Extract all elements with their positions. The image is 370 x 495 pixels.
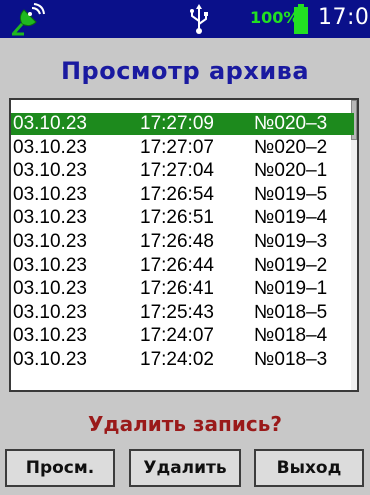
archive-row[interactable]: 03.10.23 17:26:41 №019–1 — [11, 278, 354, 300]
archive-row[interactable]: 03.10.23 17:27:09 №020–3 — [11, 113, 354, 135]
archive-row-id: №020–2 — [254, 136, 328, 158]
archive-row[interactable]: 03.10.23 17:26:44 №019–2 — [11, 255, 354, 277]
archive-row-time: 17:26:51 — [140, 207, 214, 229]
delete-button[interactable]: Удалить — [129, 449, 241, 487]
archive-row-date: 03.10.23 — [13, 231, 87, 252]
archive-row[interactable]: 03.10.23 17:26:54 №019–5 — [11, 184, 354, 206]
delete-confirm-prompt: Удалить запись? — [88, 412, 282, 436]
archive-row-time: 17:24:07 — [140, 325, 214, 347]
view-button[interactable]: Просм. — [5, 449, 115, 487]
archive-row-id: №019–1 — [254, 278, 328, 300]
archive-row-date: 03.10.23 — [13, 254, 87, 276]
archive-row-time: 17:26:48 — [140, 231, 214, 252]
archive-row-id: №018–5 — [254, 301, 328, 323]
archive-row[interactable]: 03.10.23 17:27:07 №020–2 — [11, 137, 354, 159]
archive-row-date: 03.10.23 — [13, 325, 87, 347]
archive-row-id: №019–5 — [254, 183, 328, 205]
archive-row-time: 17:26:54 — [140, 183, 214, 205]
archive-row-date: 03.10.23 — [13, 160, 87, 182]
status-bar: 100% 17:00 — [0, 0, 370, 38]
archive-row-id: №020–1 — [254, 160, 328, 182]
archive-row-time: 17:25:43 — [140, 301, 214, 323]
archive-row[interactable]: 03.10.23 17:24:07 №018–4 — [11, 325, 354, 347]
archive-row-time: 17:26:41 — [140, 278, 214, 300]
archive-row-id: №019–2 — [254, 254, 328, 276]
archive-row[interactable]: 03.10.23 17:26:51 №019–4 — [11, 207, 354, 229]
archive-row[interactable]: 03.10.23 17:26:48 №019–3 — [11, 231, 354, 253]
archive-row-time: 17:24:02 — [140, 349, 214, 370]
archive-row-date: 03.10.23 — [13, 113, 87, 134]
archive-row-date: 03.10.23 — [13, 136, 87, 158]
archive-row-date: 03.10.23 — [13, 278, 87, 300]
archive-row-id: №019–3 — [254, 231, 328, 252]
archive-row-id: №018–3 — [254, 349, 328, 370]
archive-row-date: 03.10.23 — [13, 301, 87, 323]
usb-icon — [190, 4, 208, 34]
exit-button[interactable]: Выход — [254, 449, 364, 487]
battery-percent: 100% — [250, 8, 300, 27]
archive-row-date: 03.10.23 — [13, 207, 87, 229]
archive-row[interactable]: 03.10.23 17:25:43 №018–5 — [11, 302, 354, 324]
archive-row-id: №018–4 — [254, 325, 328, 347]
archive-row-id: №020–3 — [254, 113, 328, 134]
archive-row-time: 17:26:44 — [140, 254, 214, 276]
archive-row-time: 17:27:09 — [140, 113, 214, 134]
archive-row-time: 17:27:07 — [140, 136, 214, 158]
archive-row-date: 03.10.23 — [13, 349, 87, 370]
archive-row-id: №019–4 — [254, 207, 328, 229]
archive-row[interactable]: 03.10.23 17:24:02 №018–3 — [11, 349, 354, 371]
archive-row-time: 17:27:04 — [140, 160, 214, 182]
battery-icon — [294, 4, 308, 34]
satellite-antenna-icon — [8, 2, 48, 36]
archive-list[interactable]: 03.10.23 17:27:09 №020–3 03.10.23 17:27:07 №0… — [9, 98, 359, 392]
archive-row[interactable]: 03.10.23 17:27:04 №020–1 — [11, 160, 354, 182]
page-title: Просмотр архива — [60, 57, 310, 85]
archive-row-date: 03.10.23 — [13, 183, 87, 205]
clock: 17:00 — [318, 5, 370, 30]
